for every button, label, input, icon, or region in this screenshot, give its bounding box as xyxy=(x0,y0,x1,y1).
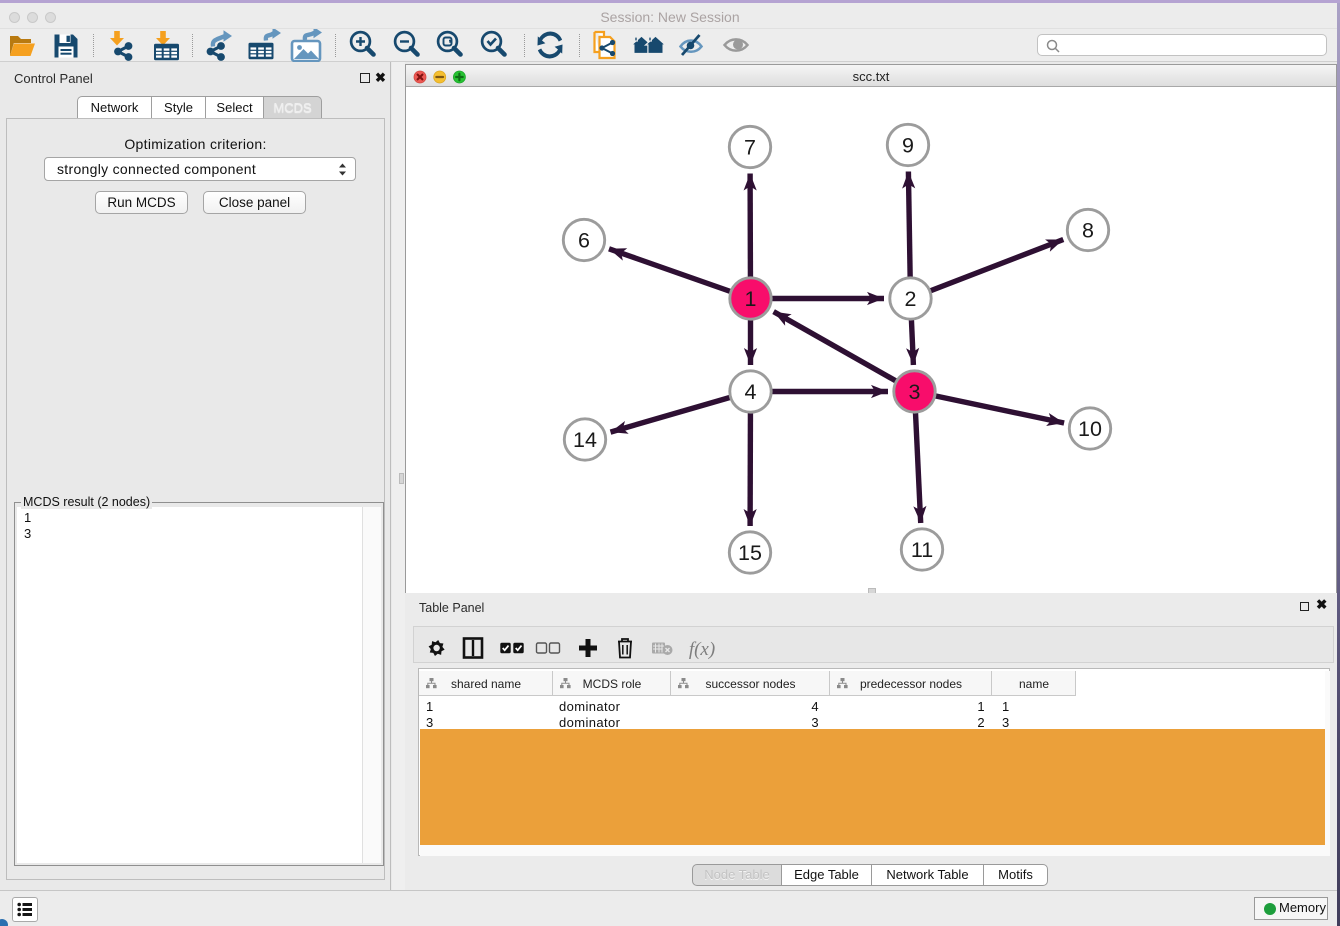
svg-text:f(x): f(x) xyxy=(689,639,715,660)
svg-text:14: 14 xyxy=(573,428,597,452)
svg-text:9: 9 xyxy=(902,134,914,158)
svg-text:11: 11 xyxy=(911,538,933,562)
svg-text:10: 10 xyxy=(1078,417,1102,441)
svg-text:8: 8 xyxy=(1082,219,1094,243)
svg-text:3: 3 xyxy=(909,380,921,404)
svg-text:15: 15 xyxy=(738,541,762,565)
svg-text:2: 2 xyxy=(905,287,917,311)
svg-text:7: 7 xyxy=(744,136,756,160)
svg-text:6: 6 xyxy=(578,229,590,253)
svg-text:1: 1 xyxy=(745,287,757,311)
svg-text:4: 4 xyxy=(745,380,757,404)
